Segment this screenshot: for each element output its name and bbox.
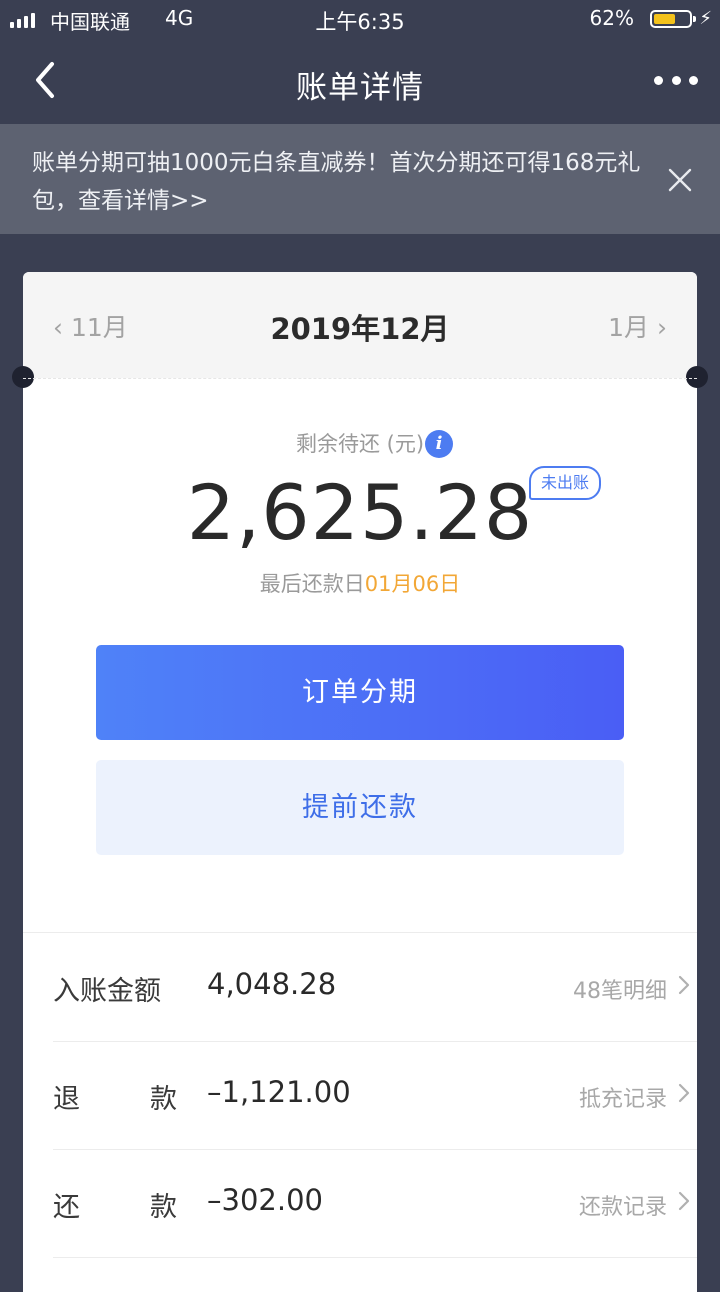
installment-button[interactable]: 订单分期	[96, 645, 624, 740]
next-month-button[interactable]: 1月 ›	[608, 308, 667, 344]
row-link[interactable]: 抵充记录	[579, 1081, 667, 1113]
promo-banner[interactable]: 账单分期可抽1000元白条直减券！首次分期还可得168元礼包，查看详情>>	[0, 124, 720, 234]
nav-bar: 账单详情	[0, 40, 720, 124]
card-notch-left	[12, 366, 34, 388]
due-date-line: 最后还款日01月06日	[23, 568, 697, 598]
row-value: –1,121.00	[207, 1075, 351, 1109]
chevron-right-icon	[678, 975, 690, 995]
row-value: 4,048.28	[207, 967, 337, 1001]
row-link[interactable]: 48笔明细	[573, 973, 667, 1005]
remaining-label: 剩余待还 (元)	[295, 432, 425, 456]
list-item[interactable]: 还款 –302.00 还款记录	[53, 1149, 697, 1258]
bill-card: ‹ 11月 2019年12月 1月 › 剩余待还 (元) i 2,625.28 …	[23, 272, 697, 1292]
row-label: 入账金额	[53, 976, 161, 1007]
chevron-right-icon: ›	[649, 313, 667, 342]
promo-banner-text[interactable]: 账单分期可抽1000元白条直减券！首次分期还可得168元礼包，查看详情>>	[32, 144, 642, 220]
info-icon[interactable]: i	[425, 430, 453, 458]
page-title: 账单详情	[296, 70, 424, 106]
chevron-right-icon	[678, 1083, 690, 1103]
status-bar: 中国联通 4G 上午6:35 62% ⚡	[0, 0, 720, 40]
row-link[interactable]: 还款记录	[579, 1189, 667, 1221]
list-item[interactable]: 入账金额 4,048.28 48笔明细	[53, 933, 697, 1042]
battery-icon	[650, 10, 696, 28]
due-label: 最后还款日	[259, 572, 365, 596]
due-date: 01月06日	[364, 572, 461, 596]
list-item[interactable]: 退款 –1,121.00 抵充记录	[53, 1041, 697, 1150]
charging-icon: ⚡	[699, 8, 712, 29]
status-badge: 未出账	[529, 466, 602, 500]
more-dots-icon	[654, 75, 663, 85]
card-notch-right	[686, 366, 708, 388]
row-label: 退款	[53, 1084, 177, 1115]
more-button[interactable]	[654, 66, 698, 94]
battery-percent: 62%	[589, 6, 634, 30]
month-selector: ‹ 11月 2019年12月 1月 ›	[23, 272, 697, 378]
row-value: –302.00	[207, 1183, 323, 1217]
banner-close-button[interactable]	[668, 168, 692, 192]
chevron-right-icon	[678, 1191, 690, 1211]
prepay-button[interactable]: 提前还款	[96, 760, 624, 855]
close-icon	[668, 168, 692, 192]
card-dashed-divider	[23, 378, 697, 379]
current-month: 2019年12月	[270, 312, 450, 346]
row-label: 还款	[53, 1192, 177, 1223]
